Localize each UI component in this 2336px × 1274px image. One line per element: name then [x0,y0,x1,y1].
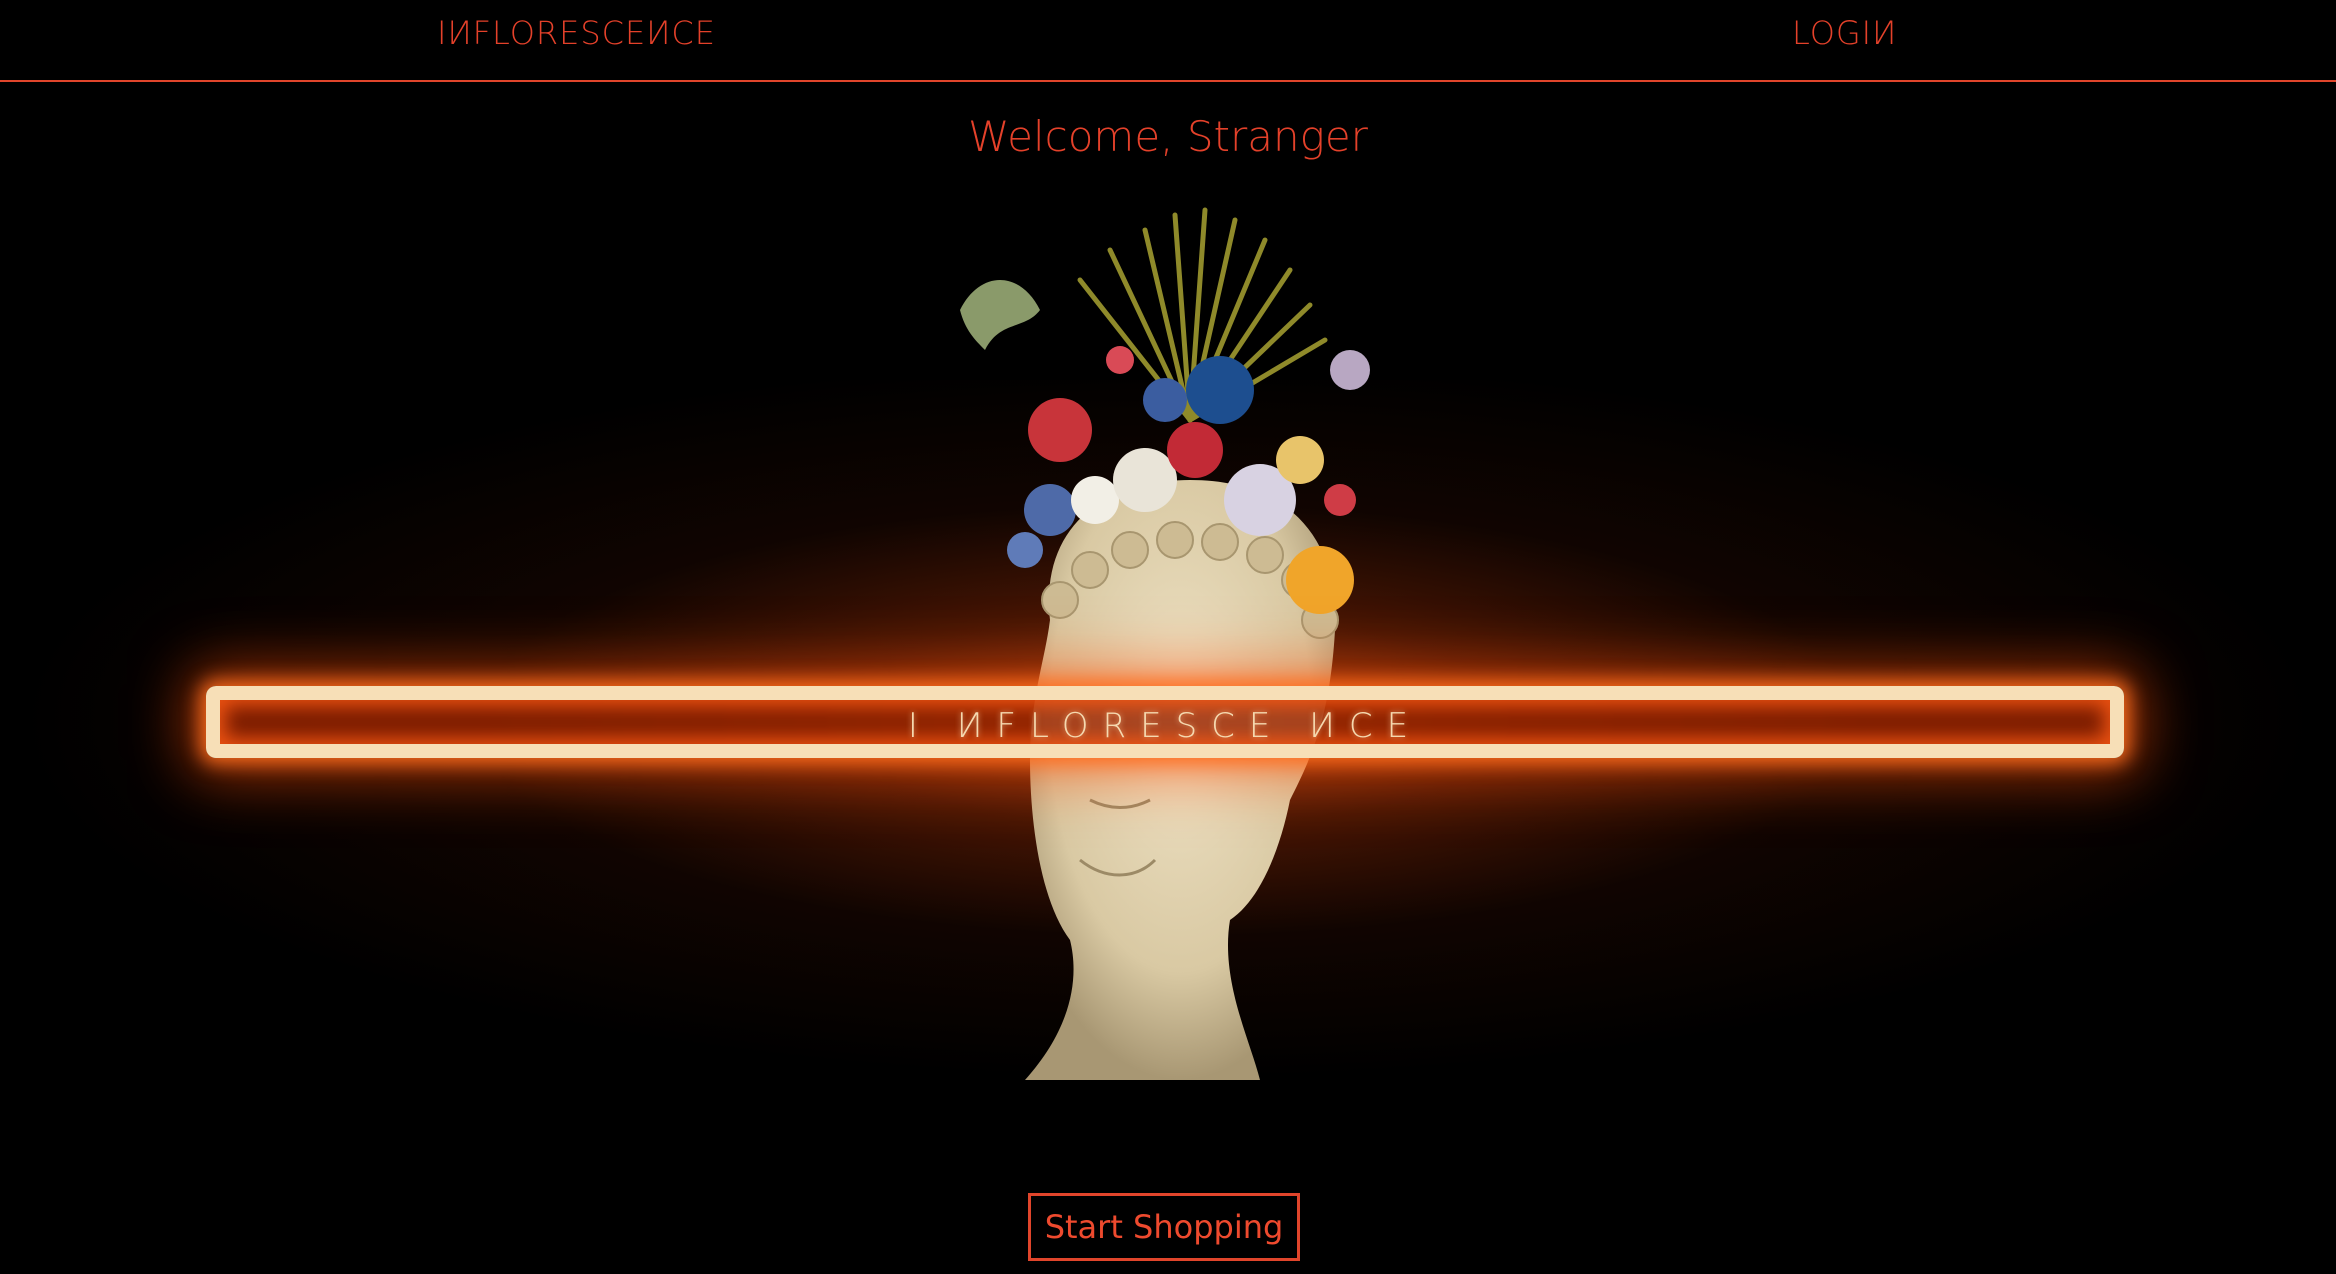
login-link[interactable]: LOGIИ [1792,14,1897,52]
brand-logo-link[interactable]: IИFLORESCEИCE [437,14,716,52]
start-shopping-button[interactable]: Start Shopping [1028,1193,1300,1261]
neon-sign-frame: I ИFLORESCE ИCE [206,686,2124,758]
top-nav: IИFLORESCEИCE LOGIИ [0,0,2336,82]
neon-sign-text: I ИFLORESCE ИCE [907,706,1423,746]
flower-crown-statue-icon [960,207,1370,1080]
welcome-heading: Welcome, Stranger [968,112,1368,161]
